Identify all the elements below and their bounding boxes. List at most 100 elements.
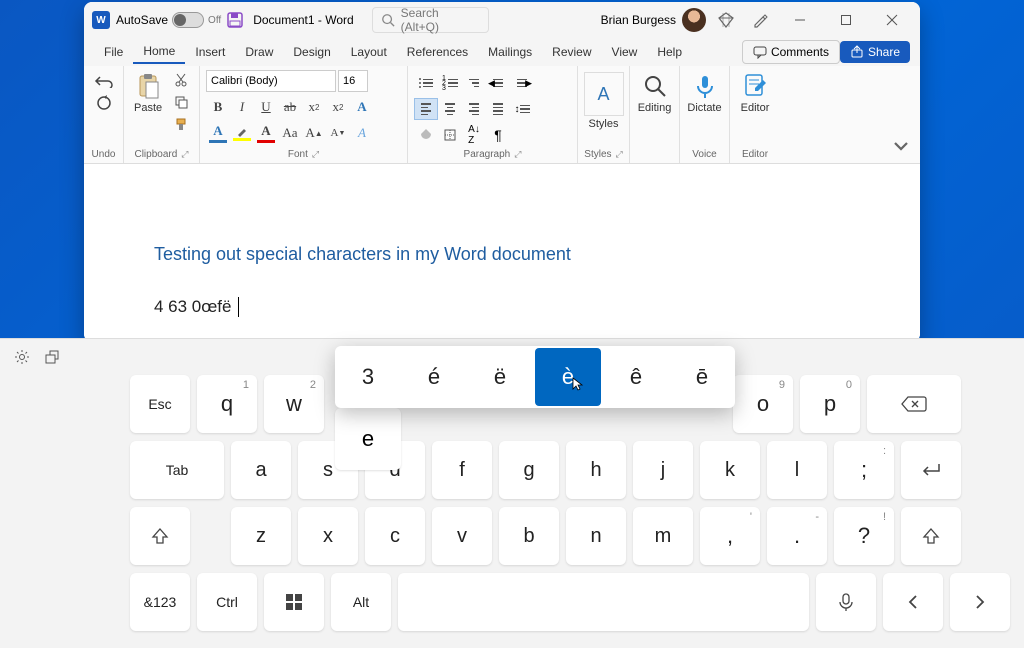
decrease-indent-button[interactable]: ◀ — [486, 72, 510, 94]
editor-button[interactable]: Editor — [737, 70, 774, 116]
menu-home[interactable]: Home — [133, 40, 185, 64]
menu-file[interactable]: File — [94, 41, 133, 63]
menu-mailings[interactable]: Mailings — [478, 41, 542, 63]
popup-option-4[interactable]: ê — [603, 346, 669, 408]
key-space[interactable] — [398, 573, 809, 631]
undock-icon[interactable] — [44, 349, 60, 365]
menu-references[interactable]: References — [397, 41, 478, 63]
clear-format-button[interactable]: A — [350, 122, 374, 144]
menu-layout[interactable]: Layout — [341, 41, 397, 63]
autosave-toggle[interactable] — [172, 12, 204, 28]
superscript-button[interactable]: x2 — [326, 96, 350, 118]
key-x[interactable]: x — [298, 507, 358, 565]
key-backspace[interactable] — [867, 375, 961, 433]
clipboard-launcher-icon[interactable]: ⤢ — [181, 149, 188, 160]
copy-button[interactable] — [170, 92, 192, 112]
key-l[interactable]: l — [767, 441, 827, 499]
key-f[interactable]: f — [432, 441, 492, 499]
multilevel-button[interactable] — [462, 72, 486, 94]
bold-button[interactable]: B — [206, 96, 230, 118]
highlight-button[interactable] — [230, 122, 254, 144]
increase-indent-button[interactable]: ▶ — [510, 72, 534, 94]
shrink-font-button[interactable]: A▼ — [326, 122, 350, 144]
maximize-button[interactable] — [826, 5, 866, 35]
menu-insert[interactable]: Insert — [185, 41, 235, 63]
grow-font-button[interactable]: A▲ — [302, 122, 326, 144]
key-j[interactable]: j — [633, 441, 693, 499]
paste-button[interactable]: Paste — [130, 70, 166, 116]
align-center-button[interactable] — [438, 98, 462, 120]
popup-option-5[interactable]: ē — [669, 346, 735, 408]
key-e-pressed[interactable]: e — [335, 408, 401, 470]
key-m[interactable]: m — [633, 507, 693, 565]
dictate-button[interactable]: Dictate — [683, 70, 725, 116]
comments-button[interactable]: Comments — [742, 40, 840, 64]
numbering-button[interactable]: 123 — [438, 72, 462, 94]
repeat-icon[interactable] — [95, 94, 113, 112]
underline-button[interactable]: U — [254, 96, 278, 118]
font-name-input[interactable] — [206, 70, 336, 92]
popup-option-2[interactable]: ë — [467, 346, 533, 408]
save-icon[interactable] — [227, 12, 243, 28]
share-button[interactable]: Share — [840, 41, 910, 63]
editing-button[interactable]: Editing — [634, 70, 676, 116]
doc-heading[interactable]: Testing out special characters in my Wor… — [154, 244, 850, 265]
minimize-button[interactable] — [780, 5, 820, 35]
key-tab[interactable]: Tab — [130, 441, 224, 499]
key-h[interactable]: h — [566, 441, 626, 499]
autosave-control[interactable]: AutoSave Off — [116, 12, 221, 28]
key-v[interactable]: v — [432, 507, 492, 565]
key-k[interactable]: k — [700, 441, 760, 499]
popup-option-3[interactable]: è — [535, 348, 601, 406]
font-size-input[interactable] — [338, 70, 368, 92]
key-right[interactable] — [950, 573, 1010, 631]
key-b[interactable]: b — [499, 507, 559, 565]
key-w[interactable]: w2 — [264, 375, 324, 433]
styles-button[interactable]: A Styles — [580, 70, 628, 132]
menu-view[interactable]: View — [602, 41, 648, 63]
key-n[interactable]: n — [566, 507, 626, 565]
key-q[interactable]: q1 — [197, 375, 257, 433]
popup-option-0[interactable]: 3 — [335, 346, 401, 408]
shading-button[interactable] — [414, 124, 438, 146]
key-question[interactable]: ?! — [834, 507, 894, 565]
undo-icon[interactable] — [94, 74, 114, 88]
key-period[interactable]: .- — [767, 507, 827, 565]
change-case-button[interactable]: Aa — [278, 122, 302, 144]
strike-button[interactable]: ab — [278, 96, 302, 118]
key-a[interactable]: a — [231, 441, 291, 499]
key-shift-left[interactable] — [130, 507, 190, 565]
key-semicolon[interactable]: ;: — [834, 441, 894, 499]
key-left[interactable] — [883, 573, 943, 631]
pen-icon[interactable] — [752, 12, 768, 28]
gear-icon[interactable] — [14, 349, 30, 365]
show-marks-button[interactable]: ¶ — [486, 124, 510, 146]
key-g[interactable]: g — [499, 441, 559, 499]
sort-button[interactable]: A↓Z — [462, 124, 486, 146]
align-left-button[interactable] — [414, 98, 438, 120]
menu-help[interactable]: Help — [647, 41, 692, 63]
key-ctrl[interactable]: Ctrl — [197, 573, 257, 631]
key-alt[interactable]: Alt — [331, 573, 391, 631]
key-windows[interactable] — [264, 573, 324, 631]
paragraph-launcher-icon[interactable]: ⤢ — [514, 149, 521, 160]
diamond-icon[interactable] — [718, 12, 734, 28]
italic-button[interactable]: I — [230, 96, 254, 118]
align-right-button[interactable] — [462, 98, 486, 120]
key-mic[interactable] — [816, 573, 876, 631]
format-painter-button[interactable] — [170, 114, 192, 134]
text-effects-button[interactable]: A — [350, 96, 374, 118]
doc-body-line[interactable]: 4 63 0œfë — [154, 297, 850, 317]
menu-design[interactable]: Design — [283, 41, 340, 63]
line-spacing-button[interactable]: ↕ — [510, 98, 534, 120]
key-z[interactable]: z — [231, 507, 291, 565]
close-button[interactable] — [872, 5, 912, 35]
key-shift-right[interactable] — [901, 507, 961, 565]
key-symbols[interactable]: &123 — [130, 573, 190, 631]
borders-button[interactable] — [438, 124, 462, 146]
key-c[interactable]: c — [365, 507, 425, 565]
styles-launcher-icon[interactable]: ⤢ — [616, 149, 623, 160]
key-o[interactable]: o9 — [733, 375, 793, 433]
text-fill-button[interactable]: A — [206, 122, 230, 144]
menu-draw[interactable]: Draw — [235, 41, 283, 63]
